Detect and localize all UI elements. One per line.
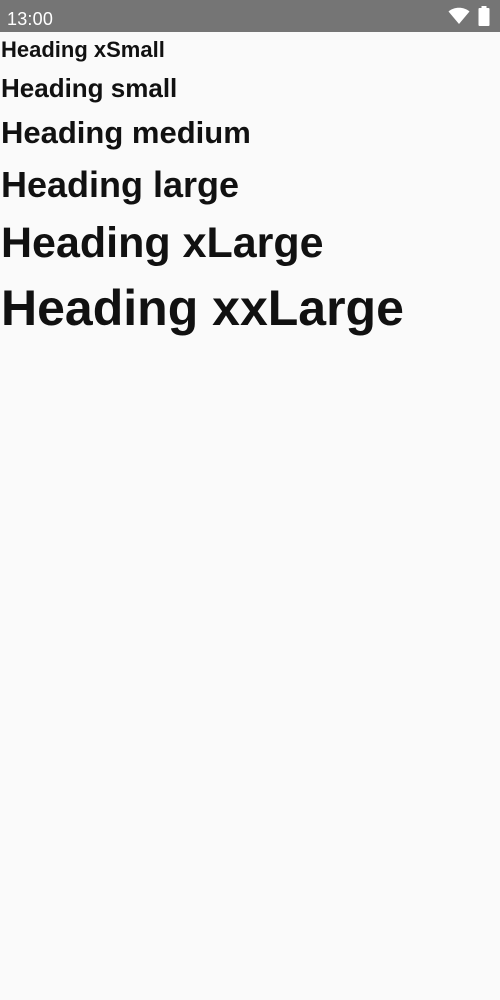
status-time: 13:00 bbox=[7, 9, 54, 29]
battery-icon bbox=[478, 6, 490, 26]
heading-large: Heading large bbox=[1, 164, 240, 205]
heading-xxlarge: Heading xxLarge bbox=[1, 280, 404, 336]
heading-small: Heading small bbox=[1, 73, 178, 103]
content-area: Heading xSmall Heading small Heading med… bbox=[0, 32, 500, 1000]
status-icons bbox=[448, 6, 490, 26]
status-bar: 13:00 bbox=[0, 0, 500, 32]
heading-xsmall: Heading xSmall bbox=[1, 37, 165, 62]
wifi-icon bbox=[448, 7, 470, 25]
heading-medium: Heading medium bbox=[1, 115, 251, 150]
heading-xlarge: Heading xLarge bbox=[1, 219, 324, 267]
